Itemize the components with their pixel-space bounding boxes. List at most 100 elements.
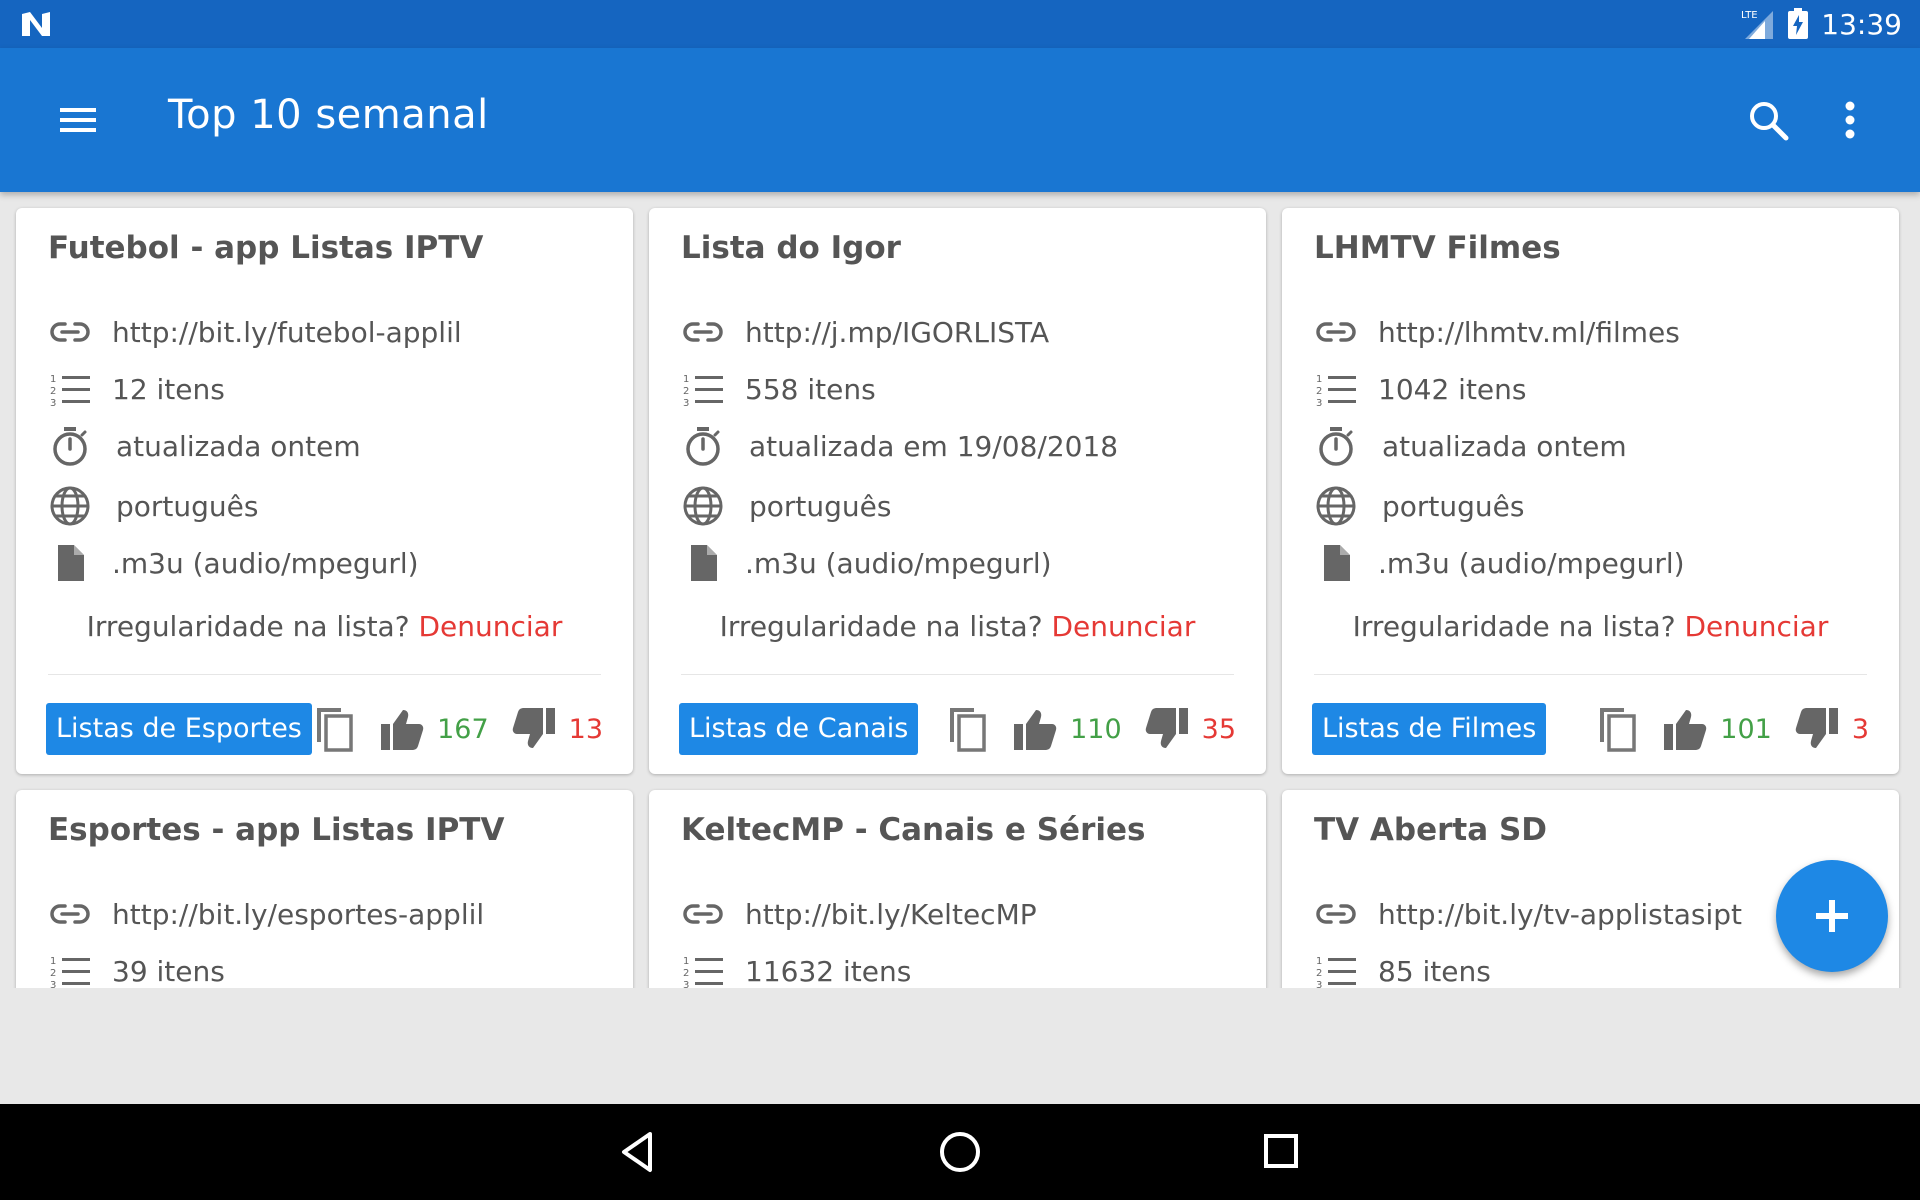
downvote-button[interactable]: 35 xyxy=(1144,706,1236,752)
system-nav-bar xyxy=(0,1104,1920,1200)
report-link[interactable]: Denunciar xyxy=(1684,610,1828,643)
card-title: Esportes - app Listas IPTV xyxy=(48,812,505,848)
report-line: Irregularidade na lista? Denunciar xyxy=(1282,610,1899,643)
downvote-count: 3 xyxy=(1851,713,1869,745)
card-title: LHMTV Filmes xyxy=(1314,230,1561,266)
card-title: Futebol - app Listas IPTV xyxy=(48,230,484,266)
items-count: 1042 itens xyxy=(1378,372,1527,406)
list-card[interactable]: Futebol - app Listas IPTV http://bit.ly/… xyxy=(16,208,633,774)
updated-text: atualizada em 19/08/2018 xyxy=(749,429,1119,463)
report-link[interactable]: Denunciar xyxy=(418,610,562,643)
link-icon xyxy=(50,322,90,342)
link-icon xyxy=(683,322,723,342)
add-icon xyxy=(1816,900,1848,932)
thumb-down-icon xyxy=(1145,708,1188,748)
card-actions: 101 3 xyxy=(1594,702,1869,756)
back-icon[interactable] xyxy=(610,1124,666,1180)
updated-row: atualizada ontem xyxy=(48,422,361,470)
url-row: http://bit.ly/tv-applistasipt xyxy=(1314,890,1742,938)
items-count: 11632 itens xyxy=(745,954,912,988)
timer-icon xyxy=(1319,425,1353,466)
language-text: português xyxy=(749,489,892,523)
language-row: português xyxy=(48,482,258,530)
status-icons: LTE 13:39 xyxy=(1741,6,1902,42)
url-row: http://bit.ly/KeltecMP xyxy=(681,890,1037,938)
list-numbered-icon xyxy=(50,956,90,988)
search-icon[interactable] xyxy=(1744,96,1792,144)
list-url[interactable]: http://j.mp/IGORLISTA xyxy=(745,316,1049,349)
list-numbered-icon xyxy=(683,374,723,409)
upvote-button[interactable]: 110 xyxy=(1012,706,1122,752)
status-bar: LTE 13:39 xyxy=(0,0,1920,48)
copy-icon[interactable] xyxy=(944,704,990,754)
copy-icon[interactable] xyxy=(311,704,357,754)
report-text: Irregularidade na lista? xyxy=(1352,610,1676,643)
globe-icon xyxy=(50,486,90,526)
report-link[interactable]: Denunciar xyxy=(1051,610,1195,643)
list-url[interactable]: http://lhmtv.ml/filmes xyxy=(1378,316,1680,349)
list-numbered-icon xyxy=(1316,374,1356,409)
copy-icon[interactable] xyxy=(1594,704,1640,754)
url-row: http://lhmtv.ml/filmes xyxy=(1314,308,1680,356)
card-actions: 167 13 xyxy=(311,702,603,756)
items-count: 85 itens xyxy=(1378,954,1491,988)
format-text: .m3u (audio/mpegurl) xyxy=(1378,546,1685,580)
upvote-button[interactable]: 101 xyxy=(1662,706,1772,752)
menu-icon[interactable] xyxy=(56,98,100,142)
file-icon xyxy=(58,545,84,581)
list-card[interactable]: LHMTV Filmes http://lhmtv.ml/filmes 1042… xyxy=(1282,208,1899,774)
url-row: http://bit.ly/esportes-applil xyxy=(48,890,484,938)
divider xyxy=(48,674,601,675)
format-row: .m3u (audio/mpegurl) xyxy=(48,539,419,587)
format-row: .m3u (audio/mpegurl) xyxy=(1314,539,1685,587)
list-numbered-icon xyxy=(683,956,723,988)
language-row: português xyxy=(681,482,891,530)
list-card[interactable]: Esportes - app Listas IPTV http://bit.ly… xyxy=(16,790,633,988)
home-icon[interactable] xyxy=(932,1124,988,1180)
url-row: http://bit.ly/futebol-applil xyxy=(48,308,462,356)
add-list-fab[interactable] xyxy=(1776,860,1888,972)
card-title: KeltecMP - Canais e Séries xyxy=(681,812,1146,848)
format-text: .m3u (audio/mpegurl) xyxy=(112,546,419,580)
upvote-button[interactable]: 167 xyxy=(379,706,489,752)
report-line: Irregularidade na lista? Denunciar xyxy=(649,610,1266,643)
list-numbered-icon xyxy=(1316,956,1356,988)
timer-icon xyxy=(686,425,720,466)
clock: 13:39 xyxy=(1821,7,1902,41)
language-row: português xyxy=(1314,482,1524,530)
url-row: http://j.mp/IGORLISTA xyxy=(681,308,1049,356)
items-row: 11632 itens xyxy=(681,947,911,988)
app-bar: Top 10 semanal xyxy=(0,48,1920,192)
upvote-count: 101 xyxy=(1720,713,1772,745)
list-numbered-icon xyxy=(50,374,90,409)
link-icon xyxy=(683,904,723,924)
items-count: 12 itens xyxy=(112,372,225,406)
thumb-down-icon xyxy=(512,708,555,748)
list-card[interactable]: Lista do Igor http://j.mp/IGORLISTA 558 … xyxy=(649,208,1266,774)
category-chip[interactable]: Listas de Esportes xyxy=(46,703,312,755)
divider xyxy=(681,674,1234,675)
thumb-up-icon xyxy=(381,710,424,750)
timer-icon xyxy=(53,425,87,466)
downvote-button[interactable]: 3 xyxy=(1794,706,1869,752)
list-url[interactable]: http://bit.ly/KeltecMP xyxy=(745,898,1037,931)
report-line: Irregularidade na lista? Denunciar xyxy=(16,610,633,643)
file-icon xyxy=(691,545,717,581)
category-chip[interactable]: Listas de Filmes xyxy=(1312,703,1547,755)
list-url[interactable]: http://bit.ly/tv-applistasipt xyxy=(1378,898,1742,931)
list-url[interactable]: http://bit.ly/futebol-applil xyxy=(112,316,462,349)
items-count: 558 itens xyxy=(745,372,876,406)
thumb-down-icon xyxy=(1795,708,1838,748)
card-footer: Listas de Esportes 167 13 xyxy=(46,702,603,756)
language-text: português xyxy=(116,489,259,523)
downvote-button[interactable]: 13 xyxy=(511,706,603,752)
list-card[interactable]: KeltecMP - Canais e Séries http://bit.ly… xyxy=(649,790,1266,988)
category-chip[interactable]: Listas de Canais xyxy=(679,703,919,755)
recents-icon[interactable] xyxy=(1254,1124,1310,1180)
updated-row: atualizada em 19/08/2018 xyxy=(681,422,1118,470)
list-url[interactable]: http://bit.ly/esportes-applil xyxy=(112,898,484,931)
page-title: Top 10 semanal xyxy=(168,92,489,138)
more-vert-icon[interactable] xyxy=(1830,96,1870,144)
items-row: 12 itens xyxy=(48,365,225,413)
globe-icon xyxy=(1316,486,1356,526)
